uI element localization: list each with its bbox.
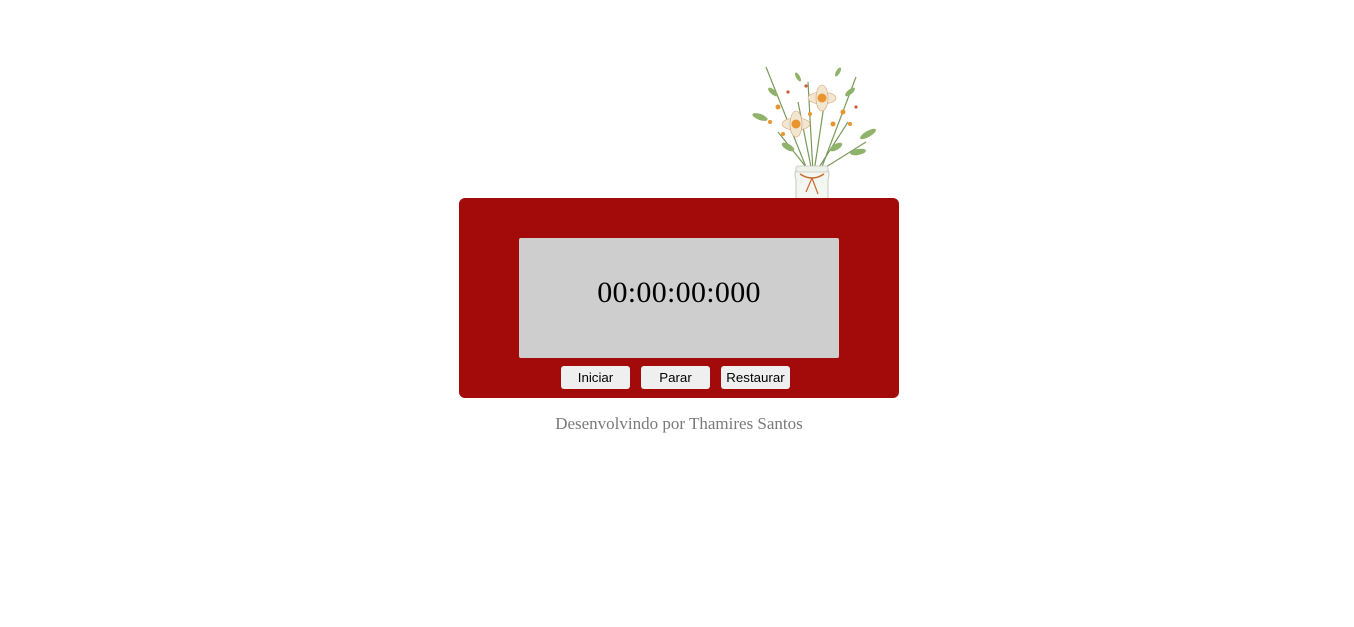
developer-credit: Desenvolvindo por Thamires Santos [555, 414, 803, 433]
flower-vase-illustration [752, 66, 876, 211]
time-readout: 00:00:00:000 [597, 276, 761, 309]
page: 00:00:00:000 Iniciar Parar Restaurar Des… [0, 0, 1354, 627]
time-display: 00:00:00:000 [519, 238, 839, 358]
start-button[interactable]: Iniciar [561, 366, 630, 389]
stop-button[interactable]: Parar [641, 366, 710, 389]
stopwatch-panel: 00:00:00:000 Iniciar Parar Restaurar [459, 198, 899, 398]
reset-button[interactable]: Restaurar [721, 366, 790, 389]
